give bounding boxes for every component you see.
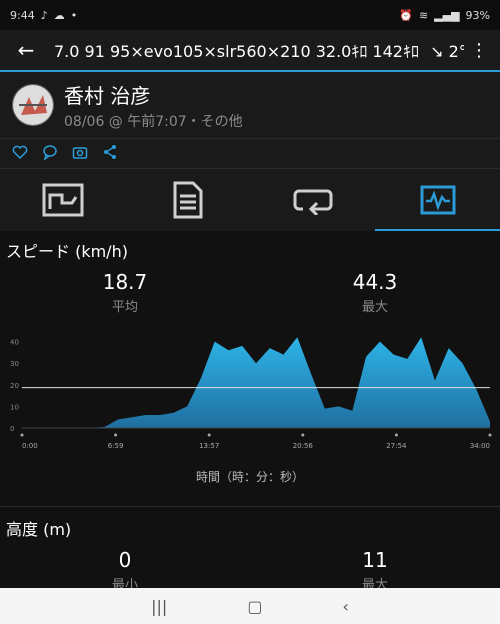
x-tick-mark [301, 433, 305, 437]
speed-max-label: 最大 [361, 300, 388, 315]
status-bar: 9:44 ♪ ☁ • ⏰ ≋ ▂▄▆ 93% [0, 0, 500, 30]
x-tick-mark [20, 433, 24, 437]
camera-icon[interactable] [72, 144, 88, 164]
x-tick-mark [207, 433, 211, 437]
y-tick-label: 10 [10, 403, 19, 411]
like-icon[interactable] [12, 144, 28, 164]
elevation-title: 高度 (m) [6, 520, 72, 539]
activity-title: 7.0 91 95×evo105×slr560×210 32.0ｷﾛ 142ｷﾛ… [54, 38, 464, 62]
battery-level: 93% [465, 8, 490, 22]
athlete-name[interactable]: 香村 治彦 [64, 80, 243, 109]
recent-apps-icon[interactable]: ||| [151, 597, 167, 616]
back-icon[interactable]: ‹ [342, 597, 348, 616]
x-tick-label: 6:59 [108, 442, 124, 450]
back-arrow-icon[interactable]: ← [6, 30, 46, 70]
activity-header: 香村 治彦 08/06 @ 午前7:07・その他 [0, 70, 500, 138]
x-tick-label: 13:57 [199, 442, 219, 450]
comment-icon[interactable] [42, 144, 58, 164]
elevation-max-value: 11 [362, 548, 388, 572]
section-divider [0, 506, 500, 507]
tab-overview[interactable] [0, 169, 125, 231]
tab-charts[interactable] [375, 169, 500, 231]
share-icon[interactable] [102, 144, 118, 164]
temperature: 2°C [448, 42, 464, 61]
speed-section: スピード (km/h) [0, 238, 500, 262]
speed-stats: 18.7 平均 44.3 最大 [0, 270, 500, 315]
speed-title: スピード (km/h) [6, 242, 128, 261]
tab-details[interactable] [125, 169, 250, 231]
alarm-icon: ⏰ [399, 8, 413, 22]
y-tick-label: 20 [10, 382, 19, 390]
action-bar [0, 138, 500, 168]
cloud-icon: ☁ [53, 8, 65, 22]
dot-icon: • [70, 8, 78, 22]
elevation-section: 高度 (m) [0, 516, 500, 540]
speed-avg-label: 平均 [111, 300, 138, 315]
loop-icon [293, 189, 332, 215]
speed-avg-value: 18.7 [102, 270, 148, 294]
x-tick-mark [488, 433, 492, 437]
app-bar: ← 7.0 91 95×evo105×slr560×210 32.0ｷﾛ 142… [0, 30, 500, 70]
tab-laps[interactable] [250, 169, 375, 231]
avatar[interactable] [12, 84, 54, 126]
more-options-icon[interactable]: ⋮ [464, 40, 494, 61]
document-icon [173, 181, 202, 219]
activity-meta: 08/06 @ 午前7:07・その他 [64, 113, 243, 130]
elevation-min-value: 0 [118, 548, 132, 572]
wifi-icon: ≋ [418, 8, 429, 22]
status-time: 9:44 [10, 8, 35, 22]
system-nav-bar: ||| ▢ ‹ [0, 588, 500, 624]
x-tick-label: 20:56 [293, 442, 314, 450]
y-tick-label: 30 [10, 360, 19, 368]
x-tick-label: 0:00 [22, 442, 38, 450]
x-axis-title: 時間（時：分：秒） [195, 470, 304, 484]
speed-chart[interactable]: 0 10 20 30 40 0:00 6:59 13:57 20:56 27:54 34:00 [0, 320, 500, 455]
x-tick-mark [394, 433, 398, 437]
chart-icon [420, 185, 455, 215]
signal-icon: ▂▄▆ [434, 8, 460, 22]
wind-arrow-icon: ↘ [430, 42, 444, 61]
y-tick-label: 40 [10, 339, 19, 347]
speed-max-value: 44.3 [352, 270, 398, 294]
speed-chart-svg: 0 10 20 30 40 0:00 6:59 13:57 20:56 27:54 34:00 [10, 337, 492, 450]
y-tick-label: 0 [10, 425, 14, 433]
x-tick-mark [114, 433, 118, 437]
activity-tabs [0, 168, 500, 231]
tiktok-icon: ♪ [40, 8, 48, 22]
map-icon [42, 183, 83, 217]
elevation-stats: 0 最小 11 最大 [0, 548, 500, 593]
activity-title-text: 7.0 91 95×evo105×slr560×210 32.0ｷﾛ 142ｷﾛ [54, 42, 419, 61]
x-tick-label: 27:54 [386, 442, 407, 450]
speed-area [22, 337, 490, 428]
home-icon[interactable]: ▢ [247, 597, 262, 616]
x-tick-label: 34:00 [470, 442, 490, 450]
